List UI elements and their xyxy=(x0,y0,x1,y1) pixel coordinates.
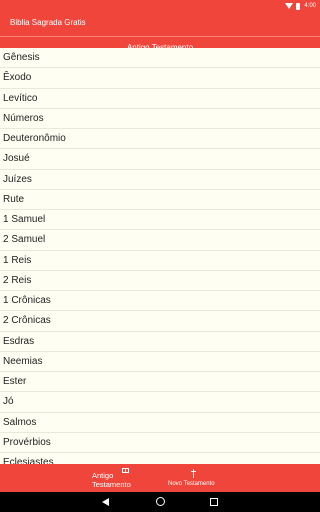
tab-old-testament-label: Antigo Testamento xyxy=(92,471,131,489)
system-navigation-bar xyxy=(0,492,320,512)
status-time: 4:00 xyxy=(304,3,316,9)
book-icon xyxy=(122,468,129,473)
book-list-item[interactable]: Números xyxy=(0,109,320,129)
book-list-item[interactable]: 1 Samuel xyxy=(0,210,320,231)
app-title: Biblia Sagrada Gratis xyxy=(10,18,86,27)
tab-new-testament-label: Novo Testamento xyxy=(168,481,215,487)
tab-old-testament[interactable]: Antigo Testamento xyxy=(88,464,148,492)
bottom-navigation: Antigo Testamento Novo Testamento xyxy=(0,464,320,492)
book-list-item[interactable]: Gênesis xyxy=(0,48,320,69)
recents-icon[interactable] xyxy=(210,498,218,506)
book-list-item[interactable]: 2 Samuel xyxy=(0,230,320,251)
back-icon[interactable] xyxy=(102,498,109,506)
section-header: Antigo Testamento xyxy=(0,36,320,52)
book-list-item[interactable]: Levítico xyxy=(0,89,320,109)
book-list-item[interactable]: Rute xyxy=(0,190,320,210)
status-icons: 4:00 xyxy=(285,1,316,11)
status-bar: 4:00 xyxy=(0,0,320,12)
book-list-item[interactable]: Jó xyxy=(0,392,320,413)
book-list-item[interactable]: Eclesiastes xyxy=(0,453,320,464)
home-icon[interactable] xyxy=(156,497,165,506)
book-list-item[interactable]: Provérbios xyxy=(0,433,320,453)
book-list-item[interactable]: Ester xyxy=(0,372,320,393)
book-list-item[interactable]: 1 Reis xyxy=(0,251,320,271)
book-list-item[interactable]: Êxodo xyxy=(0,68,320,89)
tab-new-testament[interactable]: Novo Testamento xyxy=(164,464,224,492)
book-list-item[interactable]: Salmos xyxy=(0,413,320,433)
book-list-item[interactable]: Neemias xyxy=(0,352,320,372)
wifi-icon xyxy=(285,3,294,9)
cross-icon xyxy=(190,469,197,478)
book-list-item[interactable]: Deuteronômio xyxy=(0,129,320,150)
book-list-item[interactable]: Josué xyxy=(0,149,320,170)
app-bar: Biblia Sagrada Gratis xyxy=(0,12,320,36)
battery-icon xyxy=(296,2,301,10)
book-list[interactable]: Gênesis Êxodo Levítico Números Deuteronô… xyxy=(0,48,320,464)
book-list-item[interactable]: 1 Crônicas xyxy=(0,291,320,312)
book-list-item[interactable]: Juízes xyxy=(0,170,320,190)
book-list-item[interactable]: 2 Crônicas xyxy=(0,311,320,332)
book-list-item[interactable]: Esdras xyxy=(0,332,320,352)
book-list-item[interactable]: 2 Reis xyxy=(0,271,320,291)
